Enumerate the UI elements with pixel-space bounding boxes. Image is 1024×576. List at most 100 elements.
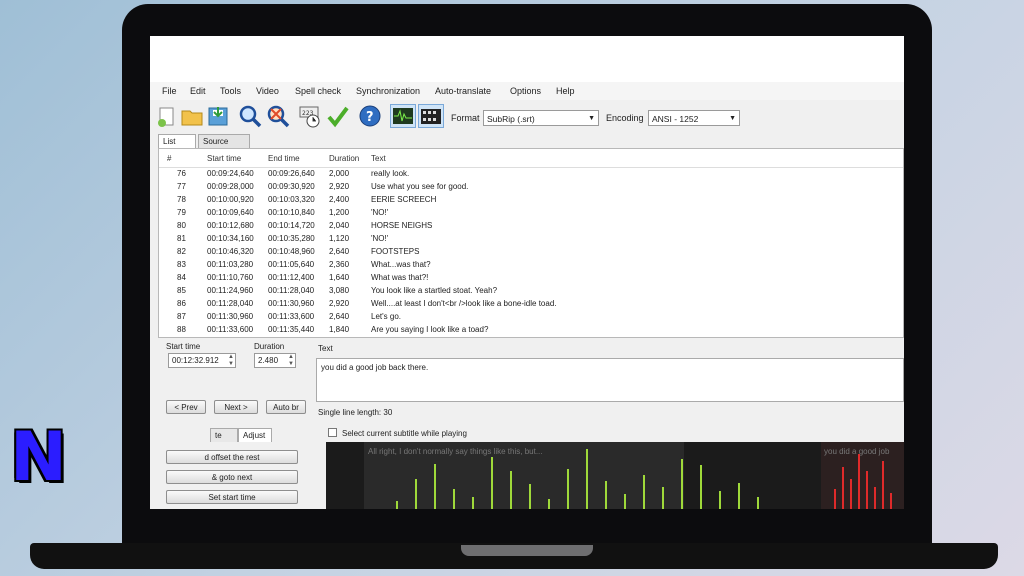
row-number: 85 — [177, 286, 186, 295]
open-folder-icon[interactable] — [180, 104, 204, 128]
row-end-time: 00:09:26,640 — [268, 169, 315, 178]
waveform-bar — [396, 501, 398, 509]
row-end-time: 00:11:05,640 — [268, 260, 315, 269]
set-start-offset-rest-button[interactable]: d offset the rest — [166, 450, 298, 464]
table-row[interactable]: 78 00:10:00,920 00:10:03,320 2,400 EERIE SCR… — [159, 194, 903, 207]
table-row[interactable]: 87 00:11:30,960 00:11:33,600 2,640 Let's go. — [159, 311, 903, 324]
audio-waveform[interactable]: All right, I don't normally say things l… — [326, 442, 904, 509]
duration-value: 2.480 — [258, 356, 279, 365]
waveform-subtitle-text-2: you did a good job — [824, 447, 890, 456]
tab-source-view[interactable]: Source view — [198, 134, 250, 160]
row-text: You look like a startled stoat. Yeah? — [371, 286, 498, 295]
format-label: Format — [451, 113, 480, 123]
table-row[interactable]: 82 00:10:46,320 00:10:48,960 2,640 FOOTSTEPS — [159, 246, 903, 259]
spinner-arrows-icon[interactable]: ▲ ▼ — [228, 354, 234, 368]
row-number: 86 — [177, 299, 186, 308]
waveform-bar — [643, 475, 645, 509]
waveform-bar — [882, 461, 884, 509]
table-row[interactable]: 77 00:09:28,000 00:09:30,920 2,920 Use what … — [159, 181, 903, 194]
save-icon[interactable] — [206, 104, 230, 128]
table-row[interactable]: 83 00:11:03,280 00:11:05,640 2,360 What...wa… — [159, 259, 903, 272]
waveform-bar — [548, 499, 550, 509]
new-file-icon[interactable] — [154, 104, 178, 128]
set-end-goto-next-button[interactable]: & goto next — [166, 470, 298, 484]
format-select-value: SubRip (.srt) — [487, 114, 535, 124]
table-row[interactable]: 76 00:09:24,640 00:09:26,640 2,000 really lo… — [159, 168, 903, 181]
row-start-time: 00:10:09,640 — [207, 208, 254, 217]
row-start-time: 00:10:12,680 — [207, 221, 254, 230]
auto-br-button[interactable]: Auto br — [266, 400, 306, 414]
waveform-bar — [567, 469, 569, 509]
waveform-bar — [681, 459, 683, 509]
menu-auto-translate[interactable]: Auto-translate — [435, 86, 491, 96]
waveform-bar — [719, 491, 721, 509]
waveform-bar — [834, 489, 836, 509]
laptop-notch — [461, 545, 593, 556]
table-row[interactable]: 88 00:11:33,600 00:11:35,440 1,840 Are you s… — [159, 324, 903, 337]
table-row[interactable]: 86 00:11:28,040 00:11:30,960 2,920 Well....a… — [159, 298, 903, 311]
table-row[interactable]: 79 00:10:09,640 00:10:10,840 1,200 'NO!' — [159, 207, 903, 220]
waveform-bar — [757, 497, 759, 509]
menu-options[interactable]: Options — [510, 86, 541, 96]
menu-file[interactable]: File — [162, 86, 177, 96]
help-icon[interactable]: ? — [358, 104, 382, 128]
waveform-bar — [434, 464, 436, 509]
table-row[interactable]: 84 00:11:10,760 00:11:12,400 1,640 What was … — [159, 272, 903, 285]
tab-adjust[interactable]: Adjust — [238, 428, 272, 442]
svg-text:?: ? — [366, 110, 374, 125]
tab-list-view[interactable]: List view — [158, 134, 196, 160]
col-header-text[interactable]: Text — [371, 154, 386, 163]
row-end-time: 00:10:03,320 — [268, 195, 315, 204]
table-row[interactable]: 80 00:10:12,680 00:10:14,720 2,040 HORSE NEI… — [159, 220, 903, 233]
start-time-input[interactable]: 00:12:32.912 ▲ ▼ — [168, 353, 236, 368]
waveform-bar — [586, 449, 588, 509]
row-number: 87 — [177, 312, 186, 321]
prev-button[interactable]: < Prev — [166, 400, 206, 414]
spinner-arrows-icon[interactable]: ▲ ▼ — [288, 354, 294, 368]
set-start-time-button[interactable]: Set start time — [166, 490, 298, 504]
col-header-number[interactable]: # — [167, 154, 171, 163]
find-icon[interactable] — [238, 104, 262, 128]
waveform-bar — [605, 481, 607, 509]
row-end-time: 00:10:48,960 — [268, 247, 315, 256]
format-select[interactable]: SubRip (.srt) ▼ — [483, 110, 599, 126]
col-header-start[interactable]: Start time — [207, 154, 241, 163]
select-while-playing-checkbox[interactable] — [328, 428, 337, 437]
menu-synchronization[interactable]: Synchronization — [356, 86, 420, 96]
duration-input[interactable]: 2.480 ▲ ▼ — [254, 353, 296, 368]
col-header-end[interactable]: End time — [268, 154, 300, 163]
row-text: Let's go. — [371, 312, 401, 321]
row-duration: 2,640 — [329, 312, 350, 321]
menu-spell-check[interactable]: Spell check — [295, 86, 341, 96]
chevron-down-icon: ▼ — [729, 115, 736, 122]
visual-sync-icon[interactable]: 223 — [298, 104, 322, 128]
row-text: What...was that? — [371, 260, 431, 269]
subtitle-text-input[interactable]: you did a good job back there. — [316, 358, 904, 402]
waveform-bar — [858, 454, 860, 509]
next-button[interactable]: Next > — [214, 400, 258, 414]
waveform-bar — [662, 487, 664, 509]
menu-tools[interactable]: Tools — [220, 86, 241, 96]
table-row[interactable]: 81 00:10:34,160 00:10:35,280 1,120 'NO!' — [159, 233, 903, 246]
row-duration: 3,080 — [329, 286, 350, 295]
waveform-bar — [624, 494, 626, 509]
row-number: 88 — [177, 325, 186, 334]
video-toggle-icon[interactable] — [418, 104, 444, 128]
row-end-time: 00:11:33,600 — [268, 312, 315, 321]
waveform-toggle-icon[interactable] — [390, 104, 416, 128]
spell-check-icon[interactable] — [326, 104, 350, 128]
table-row[interactable]: 85 00:11:24,960 00:11:28,040 3,080 You look … — [159, 285, 903, 298]
menu-help[interactable]: Help — [556, 86, 575, 96]
row-start-time: 00:10:00,920 — [207, 195, 254, 204]
menu-video[interactable]: Video — [256, 86, 279, 96]
tab-create[interactable]: te — [210, 428, 238, 442]
row-text: EERIE SCREECH — [371, 195, 437, 204]
row-duration: 2,640 — [329, 247, 350, 256]
col-header-duration[interactable]: Duration — [329, 154, 359, 163]
replace-icon[interactable] — [266, 104, 290, 128]
encoding-select[interactable]: ANSI - 1252 ▼ — [648, 110, 740, 126]
menu-edit[interactable]: Edit — [190, 86, 206, 96]
row-end-time: 00:10:35,280 — [268, 234, 315, 243]
row-duration: 1,200 — [329, 208, 350, 217]
row-number: 83 — [177, 260, 186, 269]
